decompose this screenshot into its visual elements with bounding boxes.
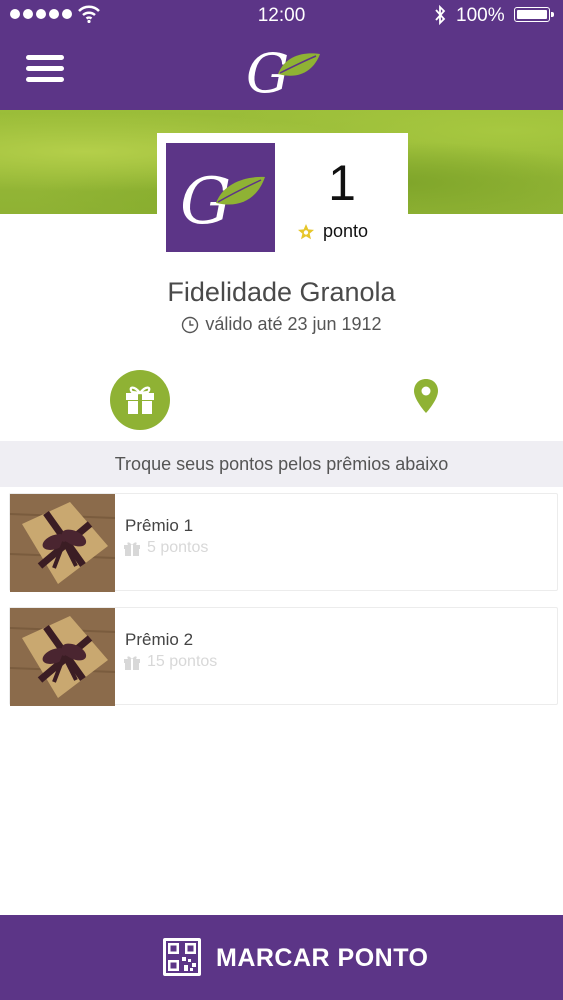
- reward-name: Prêmio 1: [125, 516, 194, 535]
- menu-button[interactable]: [26, 53, 66, 85]
- card-logo: G: [166, 143, 275, 252]
- program-title: Fidelidade Granola: [167, 277, 396, 307]
- loyalty-card: G 1 ponto: [157, 133, 408, 260]
- reward-name: Prêmio 2: [125, 630, 194, 649]
- reward-cost: 5 pontos: [147, 539, 209, 556]
- clock-icon: [182, 316, 199, 333]
- status-bar: 12:00 100%: [0, 0, 563, 30]
- points-label-row: ponto: [297, 221, 368, 242]
- gift-box-image: [10, 494, 115, 592]
- rewards-tab-button[interactable]: [110, 370, 170, 430]
- reward-cost: 15 pontos: [147, 653, 218, 670]
- star-icon: [298, 223, 314, 239]
- mark-point-label: MARCAR PONTO: [216, 944, 429, 972]
- battery-percent: 100%: [456, 5, 505, 26]
- gift-icon: [126, 386, 154, 414]
- map-pin-icon[interactable]: [408, 373, 444, 421]
- points-label: ponto: [323, 221, 369, 241]
- qr-code-icon: [163, 938, 201, 976]
- app-logo: G: [246, 42, 320, 102]
- mark-point-button[interactable]: MARCAR PONTO: [0, 915, 563, 1000]
- reward-cost-row: 15 pontos: [123, 653, 217, 671]
- battery-icon: [514, 7, 554, 22]
- validity-row: válido até 23 jun 1912: [0, 314, 563, 335]
- reward-cost-row: 5 pontos: [123, 539, 208, 557]
- gift-icon: [124, 542, 140, 556]
- nav-bar: G: [0, 30, 563, 110]
- bluetooth-icon: [435, 4, 446, 26]
- reward-item[interactable]: Prêmio 1 5 pontos: [9, 493, 558, 592]
- validity-text: válido até 23 jun 1912: [205, 314, 382, 334]
- reward-item[interactable]: Prêmio 2 15 pontos: [9, 607, 558, 706]
- rewards-section-header: Troque seus pontos pelos prêmios abaixo: [0, 441, 563, 487]
- gift-box-image: [10, 608, 115, 706]
- points-value: 1: [328, 155, 356, 211]
- gift-icon: [124, 656, 140, 670]
